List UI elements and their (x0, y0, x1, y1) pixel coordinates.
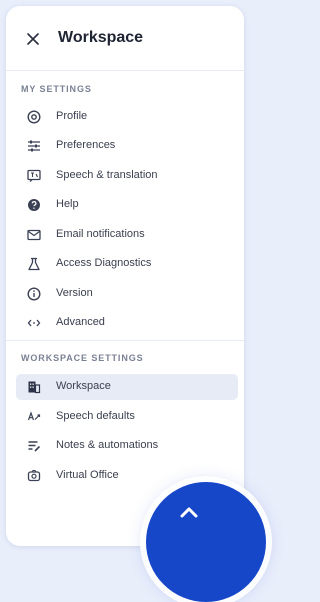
menu-item-label: Email notifications (56, 228, 145, 240)
section-label-workspace-settings: WORKSPACE SETTINGS (21, 353, 144, 363)
office-icon (27, 469, 41, 483)
page-title: Workspace (58, 29, 144, 46)
menu-item-label: Speech defaults (56, 410, 135, 422)
menu-item-label: Virtual Office (56, 469, 119, 481)
panel-header: Workspace (6, 6, 244, 71)
menu-item-help[interactable]: Help (16, 192, 238, 218)
menu-item-notes-automations[interactable]: Notes & automations (16, 433, 238, 459)
speech-defaults-icon (27, 410, 41, 424)
flask-icon (27, 257, 41, 271)
menu-item-workspace[interactable]: Workspace (16, 374, 238, 400)
menu-item-version[interactable]: Version (16, 281, 238, 307)
floating-action-button[interactable] (146, 482, 266, 602)
menu-item-label: Help (56, 198, 79, 210)
menu-item-label: Profile (56, 110, 88, 122)
info-icon (27, 287, 41, 301)
menu-item-advanced[interactable]: Advanced (16, 310, 238, 336)
help-icon (27, 198, 41, 212)
menu-item-label: Notes & automations (56, 439, 159, 451)
at-sign-icon (27, 110, 41, 124)
code-icon (27, 316, 41, 330)
menu-item-label: Advanced (56, 316, 105, 328)
translate-icon (27, 169, 41, 183)
section-label-my-settings: MY SETTINGS (21, 84, 92, 94)
section-divider (6, 340, 244, 341)
menu-item-email-notifications[interactable]: Email notifications (16, 222, 238, 248)
menu-item-label: Version (56, 287, 93, 299)
menu-item-label: Workspace (56, 380, 111, 392)
menu-item-speech-defaults[interactable]: Speech defaults (16, 404, 238, 430)
menu-item-preferences[interactable]: Preferences (16, 133, 238, 159)
building-icon (27, 380, 41, 394)
menu-item-label: Access Diagnostics (56, 257, 152, 269)
menu-item-access-diagnostics[interactable]: Access Diagnostics (16, 251, 238, 277)
menu-item-speech-translation[interactable]: Speech & translation (16, 163, 238, 189)
chevron-up-icon (180, 507, 198, 518)
notes-icon (27, 439, 41, 453)
mail-icon (27, 228, 41, 242)
close-icon[interactable] (22, 28, 44, 50)
settings-panel: Workspace MY SETTINGS Profile Preference… (6, 6, 244, 546)
sliders-icon (27, 139, 41, 153)
menu-item-label: Speech & translation (56, 169, 158, 181)
menu-item-profile[interactable]: Profile (16, 104, 238, 130)
menu-item-label: Preferences (56, 139, 116, 151)
